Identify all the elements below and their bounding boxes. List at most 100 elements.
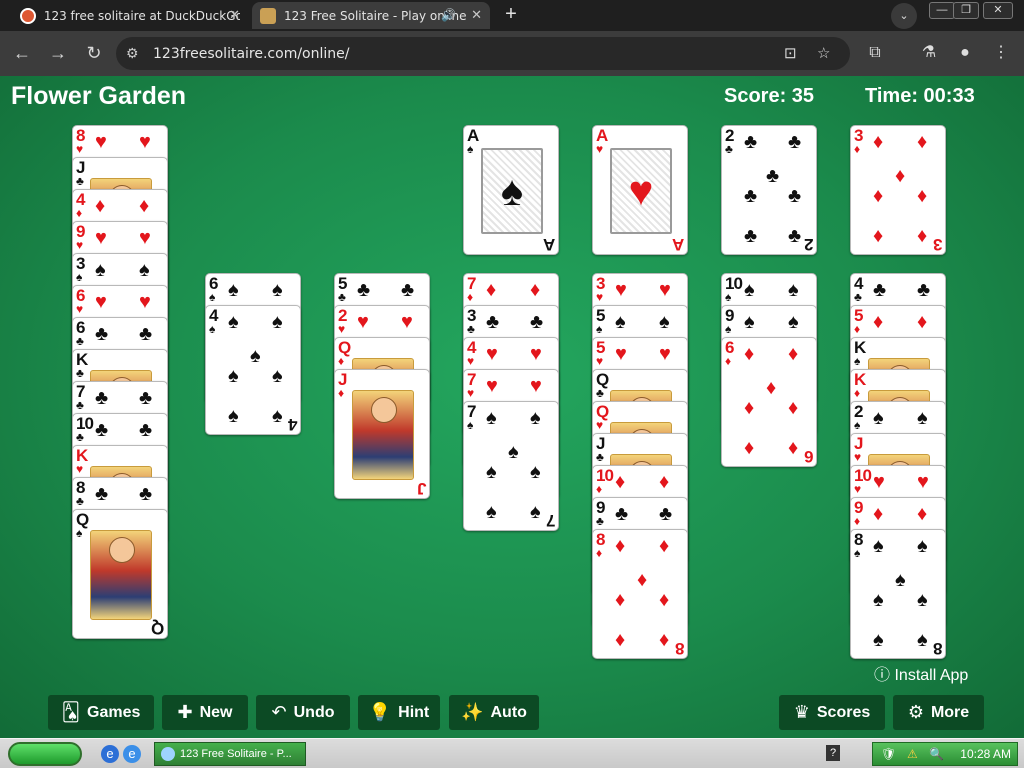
suit-pip: ♦ (530, 279, 541, 301)
more-button[interactable]: ⚙ More (893, 695, 984, 730)
bookmark-star-icon[interactable]: ☆ (817, 44, 830, 62)
suit-pip: ♥ (530, 375, 542, 397)
suit-pip: ♥ (95, 131, 107, 153)
card-rank-inverted: Q (151, 619, 164, 638)
tableau-card[interactable]: 7 ♠ ♠ ♠ ♠ ♠ ♠ ♠ ♠ 7 (463, 401, 559, 531)
card-rank-inverted: 3 (933, 235, 942, 254)
tab-search-chevron-icon[interactable]: ⌄ (891, 3, 917, 29)
card-suit: ♦ (854, 386, 861, 400)
close-tab-icon[interactable]: ✕ (229, 8, 240, 23)
new-tab-button[interactable]: + (498, 3, 524, 27)
suit-pip: ♠ (615, 311, 626, 333)
suit-pip: ♠ (917, 535, 928, 557)
install-page-icon[interactable]: ⊡ (784, 44, 797, 62)
undo-button[interactable]: ↶ Undo (256, 695, 350, 730)
card-suit: ♠ (76, 526, 83, 540)
tableau-card[interactable]: 8 ♦ ♦ ♦ ♦ ♦ ♦ ♦ ♦ 8 (592, 529, 688, 659)
suit-pip: ♦ (788, 397, 799, 419)
tab-solitaire[interactable]: 123 Free Solitaire - Play online 🔊 ✕ (252, 2, 490, 29)
foundation-pile[interactable]: A ♥ ♥ A (592, 125, 688, 255)
suit-pip: ♣ (873, 279, 887, 301)
search-icon[interactable]: 🔍 (929, 747, 944, 761)
ie-icon[interactable]: e (101, 745, 119, 763)
card-suit: ♣ (76, 430, 84, 444)
card-suit: ♦ (854, 142, 861, 156)
tableau-card[interactable]: 6 ♦ ♦ ♦ ♦ ♦ ♦ ♦ ♦ 6 (721, 337, 817, 467)
speaker-icon[interactable]: 🔊 (441, 8, 456, 22)
suit-pip: ♥ (530, 343, 542, 365)
crown-icon: ♛ (793, 702, 810, 722)
labs-flask-icon[interactable]: ⚗ (918, 42, 940, 64)
close-tab-icon[interactable]: ✕ (471, 8, 482, 23)
menu-kebab-icon[interactable]: ⋮ (990, 42, 1012, 64)
suit-pip: ♣ (530, 311, 544, 333)
url-text: 123freesolitaire.com/online/ (153, 46, 350, 62)
tableau-card[interactable]: J ♦ J (334, 369, 430, 499)
suit-pip: ♣ (788, 131, 802, 153)
tableau-card[interactable]: 4 ♠ ♠ ♠ ♠ ♠ ♠ ♠ ♠ 4 (205, 305, 301, 435)
card-suit: ♣ (338, 290, 346, 304)
suit-pip: ♦ (659, 589, 670, 611)
minimize-icon[interactable]: — (929, 2, 955, 19)
bouquet-card[interactable]: Q ♠ Q (72, 509, 168, 639)
card-suit: ♠ (467, 418, 474, 432)
taskbar-item-solitaire[interactable]: 123 Free Solitaire - P... (154, 742, 306, 766)
games-button[interactable]: 🂡 Games (48, 695, 154, 730)
browser-toolbar: ← → ↻ ⚙ 123freesolitaire.com/online/ ⊡ ☆… (0, 31, 1024, 76)
auto-button[interactable]: ✨ Auto (449, 695, 539, 730)
suit-pip: ♣ (139, 483, 153, 505)
card-suit: ♠ (467, 142, 474, 156)
tableau-card[interactable]: 8 ♠ ♠ ♠ ♠ ♠ ♠ ♠ ♠ 8 (850, 529, 946, 659)
suit-pip: ♦ (766, 377, 777, 399)
suit-pip: ♦ (659, 535, 670, 557)
hint-label: Hint (398, 703, 430, 721)
ie-icon-2[interactable]: e (123, 745, 141, 763)
forward-arrow-icon[interactable]: → (46, 42, 70, 64)
suit-pip: ♠ (917, 407, 928, 429)
profile-icon[interactable]: ● (954, 42, 976, 64)
address-bar[interactable]: ⚙ 123freesolitaire.com/online/ ⊡ ☆ (116, 37, 850, 70)
suit-pip: ♠ (486, 407, 497, 429)
suit-pip: ♠ (530, 501, 541, 523)
suit-pip: ♦ (615, 535, 626, 557)
foundation-pile[interactable]: 2 ♣ ♣ ♣ ♣ ♣ ♣ ♣ ♣ 2 (721, 125, 817, 255)
suit-pip: ♥ (401, 311, 413, 333)
download-circle-icon: ⓘ (874, 667, 891, 684)
suit-pip: ♠ (95, 259, 106, 281)
card-suit: ♠ (725, 290, 732, 304)
tab-duckduckgo[interactable]: 123 free solitaire at DuckDuckGo ✕ (12, 2, 248, 29)
suit-pip: ♦ (744, 343, 755, 365)
undo-arrow-icon: ↶ (271, 702, 287, 722)
card-suit: ♠ (596, 322, 603, 336)
help-icon[interactable]: ? (826, 745, 840, 761)
warning-icon[interactable]: ⚠ (907, 747, 918, 761)
foundation-pile[interactable]: 3 ♦ ♦ ♦ ♦ ♦ ♦ ♦ ♦ 3 (850, 125, 946, 255)
scores-button[interactable]: ♛ Scores (779, 695, 885, 730)
new-game-button[interactable]: ✚ New (162, 695, 248, 730)
magic-wand-icon: ✨ (461, 702, 484, 722)
suit-pip: ♠ (272, 279, 283, 301)
card-suit: ♠ (209, 290, 216, 304)
card-rank-inverted: 7 (546, 511, 555, 530)
card-suit: ♥ (76, 142, 84, 156)
restore-icon[interactable]: ❐ (953, 2, 979, 19)
hint-button[interactable]: 💡 Hint (358, 695, 440, 730)
tab-title: 123 free solitaire at DuckDuckGo (43, 8, 240, 23)
suit-pip: ♦ (917, 311, 928, 333)
card-suit: ♦ (338, 386, 345, 400)
suit-pip: ♠ (659, 311, 670, 333)
reload-icon[interactable]: ↻ (82, 42, 106, 64)
suit-pip: ♠ (744, 311, 755, 333)
site-settings-icon[interactable]: ⚙ (126, 45, 139, 62)
card-rank-inverted: A (543, 235, 555, 254)
suit-pip: ♥ (139, 227, 151, 249)
install-app-link[interactable]: ⓘ Install App (874, 661, 968, 685)
foundation-pile[interactable]: A ♠ ♠ A (463, 125, 559, 255)
suit-pip: ♠ (530, 461, 541, 483)
back-arrow-icon[interactable]: ← (10, 42, 34, 64)
shield-icon[interactable]: 🛡 (881, 747, 896, 761)
extensions-icon[interactable]: ⧉ (864, 42, 886, 64)
window-close-icon[interactable]: ✕ (983, 2, 1013, 19)
suit-pip: ♣ (139, 387, 153, 409)
start-button[interactable] (8, 742, 82, 766)
